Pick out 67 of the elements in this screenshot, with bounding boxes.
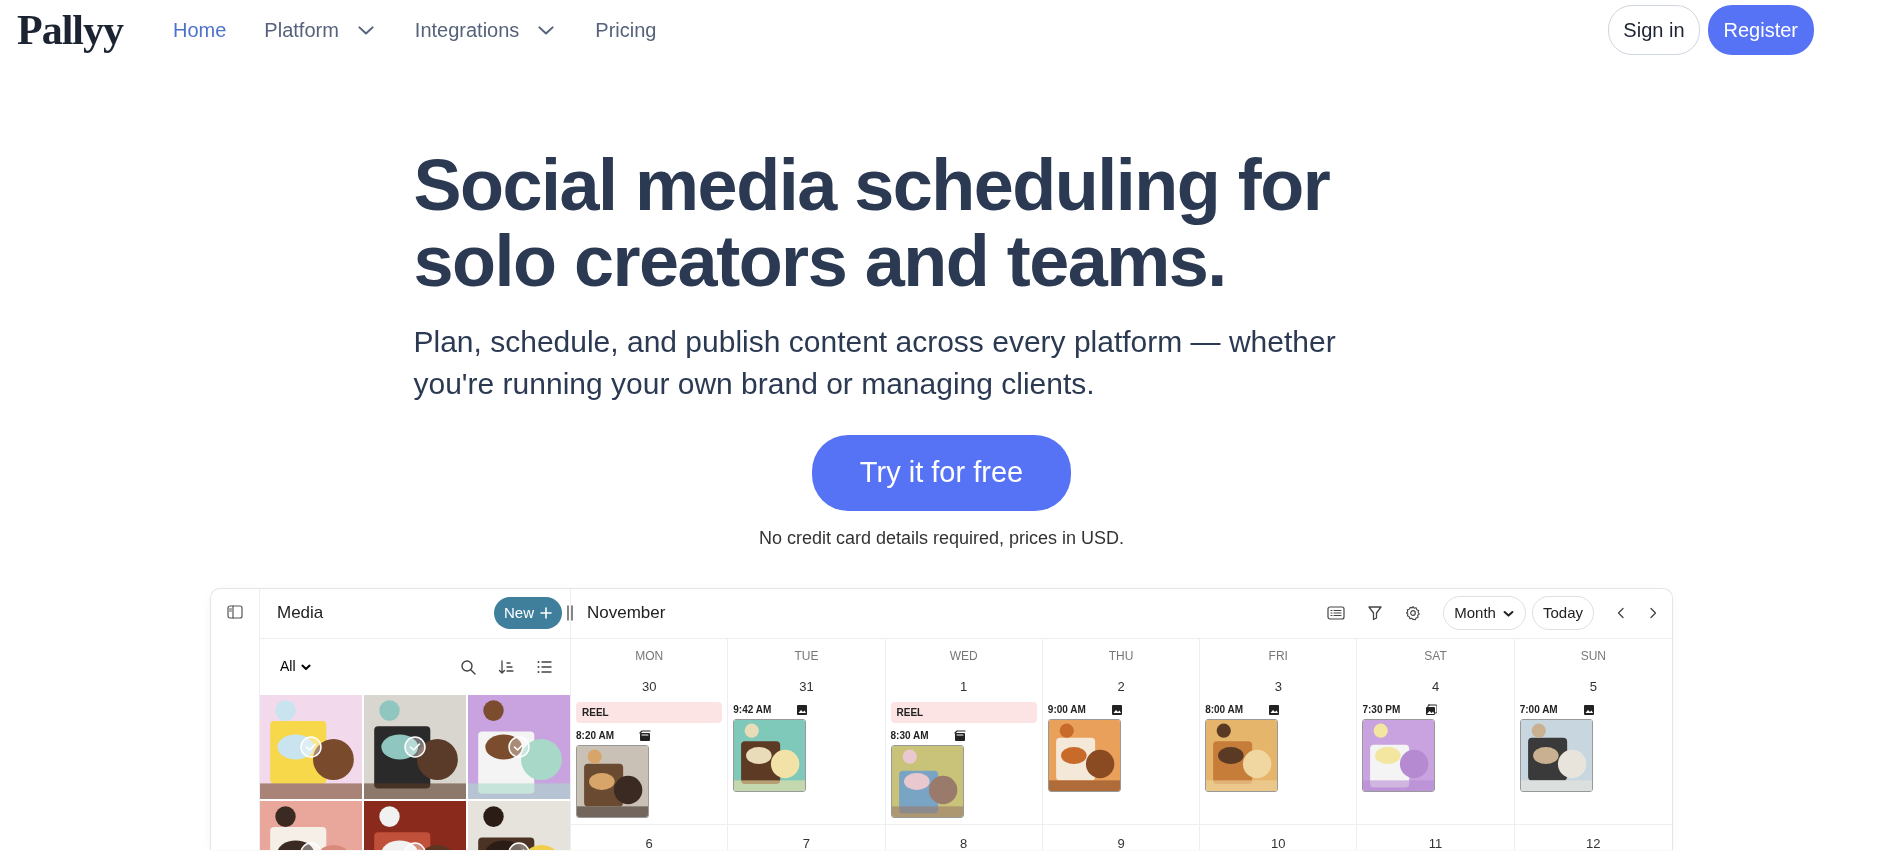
- weekday-label: MON: [634, 647, 665, 665]
- view-dropdown[interactable]: Month: [1443, 595, 1526, 631]
- day-number: 3: [1273, 677, 1283, 696]
- day-number: 30: [640, 677, 658, 696]
- event-tag: REEL: [576, 702, 723, 724]
- weekday-label: SAT: [1423, 647, 1448, 665]
- post-time: 8:20 AM: [576, 729, 614, 744]
- next-button[interactable]: [1648, 607, 1658, 620]
- image-icon: [796, 703, 809, 716]
- gallery-icon: [1425, 703, 1438, 716]
- filter-icon[interactable]: [1367, 605, 1384, 622]
- day-number: 1: [959, 677, 969, 696]
- day-number: 11: [1427, 835, 1444, 850]
- search-icon[interactable]: [460, 658, 476, 675]
- list-view-icon[interactable]: [1327, 606, 1346, 621]
- day-number: 7: [801, 835, 812, 850]
- sign-in-button[interactable]: Sign in: [1608, 5, 1700, 55]
- day-number: 12: [1585, 835, 1602, 850]
- subheadline: Plan, schedule, and publish content across every platform — whether you're running your own brand or managing clients.: [413, 324, 1337, 403]
- nav-link[interactable]: Home: [173, 15, 227, 45]
- weekday-label: THU: [1107, 647, 1135, 665]
- weekday-label: FRI: [1267, 647, 1289, 665]
- chevron-right-icon: [1648, 607, 1658, 620]
- video-icon: [953, 729, 966, 742]
- pricing-note: No credit card details required, prices in USD.: [757, 526, 1126, 550]
- today-button[interactable]: Today: [1531, 595, 1594, 631]
- plus-icon: [540, 607, 552, 620]
- post-time: 7:00 AM: [1519, 703, 1558, 718]
- list-icon[interactable]: [536, 658, 552, 675]
- sidebar-toggle-icon[interactable]: [227, 604, 243, 619]
- post-time: 8:00 AM: [1205, 703, 1244, 718]
- new-button[interactable]: New: [494, 596, 562, 630]
- day-number: 9: [1116, 835, 1126, 850]
- video-icon: [639, 729, 651, 742]
- image-icon: [1582, 703, 1595, 716]
- event-tag: REEL: [890, 702, 1037, 724]
- image-icon: [1110, 703, 1123, 716]
- settings-icon[interactable]: [1405, 605, 1422, 622]
- weekday-label: WED: [948, 647, 979, 665]
- day-number: 5: [1588, 677, 1598, 696]
- image-icon: [1268, 703, 1281, 716]
- day-number: 10: [1270, 835, 1287, 850]
- filter-dropdown[interactable]: All: [280, 656, 312, 678]
- nav-link[interactable]: Platform: [264, 15, 377, 45]
- try-free-button[interactable]: Try it for free: [811, 435, 1072, 511]
- day-number: 4: [1430, 677, 1441, 696]
- weekday-label: SUN: [1579, 647, 1607, 665]
- panel-title: Media: [277, 602, 324, 625]
- resize-handle-icon[interactable]: [565, 604, 575, 623]
- nav-link[interactable]: Pricing: [595, 15, 657, 45]
- day-number: 2: [1116, 677, 1126, 696]
- post-time: 9:42 AM: [733, 703, 772, 718]
- day-number: 31: [798, 677, 815, 696]
- sort-icon[interactable]: [498, 658, 514, 675]
- logo[interactable]: Pallyy: [17, 9, 123, 51]
- chevron-left-icon: [1616, 607, 1626, 620]
- month-title: November: [587, 602, 666, 625]
- headline: Social media scheduling for solo creators and teams.: [413, 148, 1331, 300]
- day-number: 8: [959, 835, 969, 850]
- register-button[interactable]: Register: [1707, 5, 1814, 55]
- weekday-label: TUE: [793, 647, 820, 665]
- nav-link[interactable]: Integrations: [414, 15, 558, 45]
- previous-button[interactable]: [1616, 607, 1626, 620]
- day-number: 6: [644, 835, 654, 850]
- post-time: 7:30 PM: [1362, 703, 1401, 718]
- post-time: 9:00 AM: [1047, 703, 1086, 718]
- post-time: 8:30 AM: [890, 729, 929, 744]
